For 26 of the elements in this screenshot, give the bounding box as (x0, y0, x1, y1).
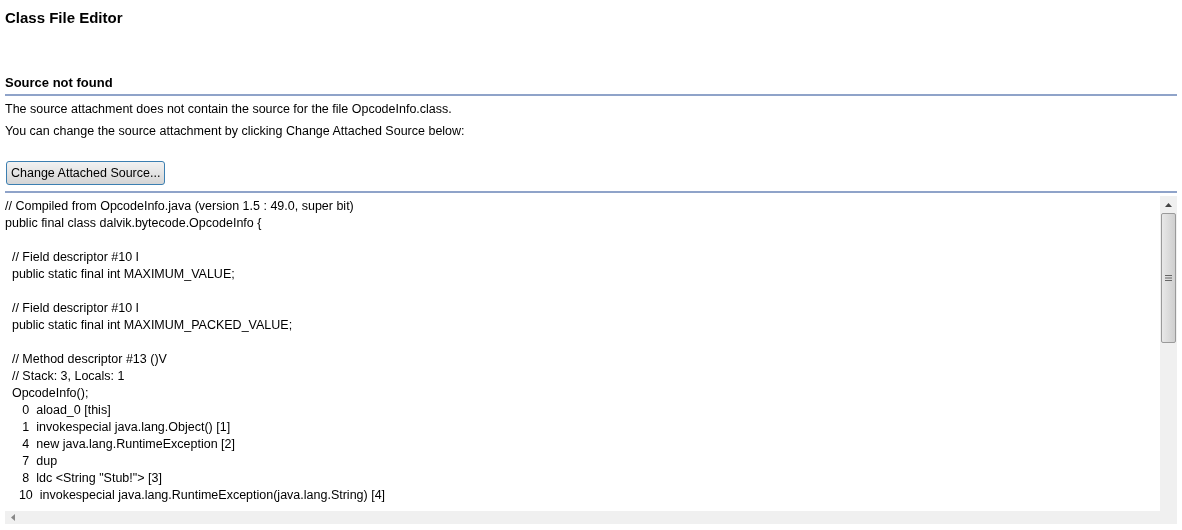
code-line: 10 invokespecial java.lang.RuntimeException(java.lang.String) [4] (17, 487, 387, 505)
code-line: 1 invokespecial java.lang.Object() [1] (21, 419, 232, 437)
horizontal-scrollbar[interactable] (5, 511, 1177, 524)
code-line: 4 new java.lang.RuntimeException [2] (21, 436, 236, 454)
section-heading: Source not found (5, 74, 114, 92)
code-line: 7 dup (21, 453, 59, 471)
grip-icon (1165, 275, 1172, 282)
message-text: You can change the source attachment by clicking Change Attached Source below: (5, 123, 466, 140)
code-line: public static final int MAXIMUM_VALUE; (10, 266, 236, 284)
code-line: // Stack: 3, Locals: 1 (10, 368, 126, 386)
code-line: 0 aload_0 [this] (21, 402, 112, 420)
message-text: The source attachment does not contain the source for the file OpcodeInfo.class. (5, 101, 453, 118)
code-line: 8 ldc <String "Stub!"> [3] (21, 470, 163, 488)
code-line: OpcodeInfo(); (10, 385, 90, 403)
code-line: // Method descriptor #13 ()V (10, 351, 168, 369)
scroll-thumb[interactable] (1161, 213, 1176, 344)
code-line: public static final int MAXIMUM_PACKED_VALUE; (10, 317, 294, 335)
code-line: public final class dalvik.bytecode.OpcodeInfo { (5, 215, 263, 233)
scroll-left-icon[interactable] (11, 514, 15, 521)
scroll-up-icon[interactable] (1165, 203, 1172, 208)
code-line: // Compiled from OpcodeInfo.java (version 1.5 : 49.0, super bit) (5, 198, 355, 216)
editor-title: Class File Editor (5, 8, 124, 28)
change-source-button[interactable]: Change Attached Source... (6, 161, 166, 186)
code-line: // Field descriptor #10 I (10, 249, 141, 267)
vertical-scrollbar[interactable] (1160, 196, 1177, 511)
code-line: // Field descriptor #10 I (10, 300, 141, 318)
